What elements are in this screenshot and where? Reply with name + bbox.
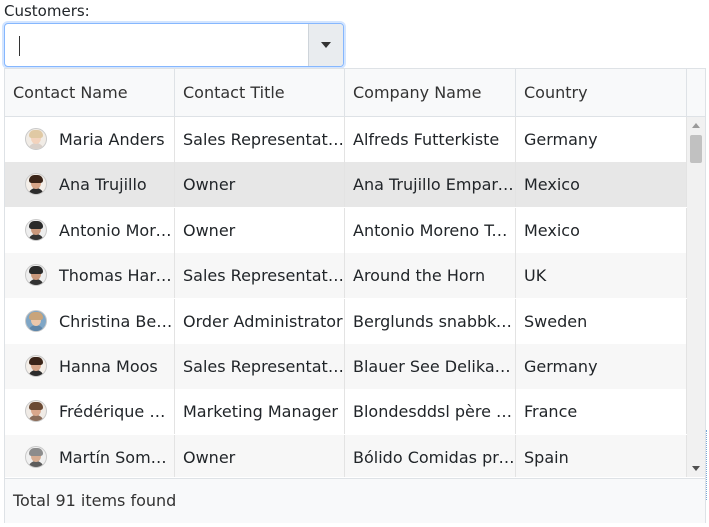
total-items-text: Total 91 items found xyxy=(13,491,177,510)
cell-country: France xyxy=(516,389,687,435)
cell-country: Germany xyxy=(516,117,687,162)
cell-company-name: Bólido Comidas preparadas xyxy=(345,434,516,477)
cell-company-name: Ana Trujillo Emparedados y helados xyxy=(345,162,516,208)
avatar-icon xyxy=(25,445,47,468)
column-header-contact-title[interactable]: Contact Title xyxy=(175,69,345,116)
column-header-country[interactable]: Country xyxy=(516,69,687,116)
cell-contact-title: Marketing Manager xyxy=(175,389,345,435)
cell-contact-title: Sales Representative xyxy=(175,253,345,299)
avatar-icon xyxy=(25,218,47,241)
cell-contact-title: Owner xyxy=(175,162,345,208)
cell-contact-title: Sales Representative xyxy=(175,117,345,162)
table-row[interactable]: Christina BerglundOrder AdministratorBer… xyxy=(5,298,687,344)
dropdown-grid-popup: Contact Name Contact Title Company Name … xyxy=(4,68,706,523)
table-row[interactable]: Hanna Moos Sales Representative Blauer See… xyxy=(5,344,687,389)
vertical-scrollbar[interactable] xyxy=(687,117,705,477)
customers-combobox[interactable] xyxy=(4,23,344,67)
cell-company-name: Alfreds Futterkiste xyxy=(345,117,516,162)
table-row[interactable]: Antonio MorenoOwnerAntonio Moreno Taquer… xyxy=(5,207,687,253)
cell-country: UK xyxy=(516,253,687,299)
scroll-thumb[interactable] xyxy=(690,135,702,163)
avatar-icon xyxy=(25,309,47,332)
cell-company-name: Berglunds snabbköp xyxy=(345,298,516,344)
grid-header: Contact Name Contact Title Company Name … xyxy=(5,69,705,117)
cell-contact-title: Owner xyxy=(175,207,345,253)
cell-country: Spain xyxy=(516,434,687,477)
cell-company-name: Antonio Moreno Taquería xyxy=(345,207,516,253)
cell-company-name: Blauer See Delikatessen xyxy=(345,344,516,389)
avatar-icon xyxy=(25,128,47,150)
avatar-icon xyxy=(25,355,47,377)
table-row[interactable]: Thomas Hardy Sales Representative Around t… xyxy=(5,253,687,299)
grid-footer: Total 91 items found xyxy=(5,478,705,523)
cell-contact-title: Sales Representative xyxy=(175,344,345,389)
cell-country: Mexico xyxy=(516,207,687,253)
cell-country: Mexico xyxy=(516,162,687,208)
scroll-up-arrow-icon[interactable] xyxy=(692,123,700,128)
table-row[interactable]: Frédérique CiteauxMarketing ManagerBlond… xyxy=(5,389,687,435)
table-row[interactable]: Maria Anders Sales Representative Alfreds … xyxy=(5,117,687,162)
cell-company-name: Blondesddsl père et fils xyxy=(345,389,516,435)
table-row[interactable]: Martín SommerOwnerBólido Comidas prepara… xyxy=(5,434,687,477)
text-caret xyxy=(19,36,20,56)
cell-country: Germany xyxy=(516,344,687,389)
column-header-company-name[interactable]: Company Name xyxy=(345,69,516,116)
cell-contact-title: Owner xyxy=(175,434,345,477)
customers-label: Customers: xyxy=(4,2,90,20)
dropdown-toggle-button[interactable] xyxy=(308,24,343,66)
grid-body: Maria Anders Sales Representative Alfreds … xyxy=(5,117,687,477)
cell-country: Sweden xyxy=(516,298,687,344)
cell-company-name: Around the Horn xyxy=(345,253,516,299)
table-row[interactable]: Ana TrujilloOwnerAna Trujillo Emparedado… xyxy=(5,162,687,208)
column-header-contact-name[interactable]: Contact Name xyxy=(5,69,175,116)
scroll-down-arrow-icon[interactable] xyxy=(692,466,700,471)
cell-contact-title: Order Administrator xyxy=(175,298,345,344)
